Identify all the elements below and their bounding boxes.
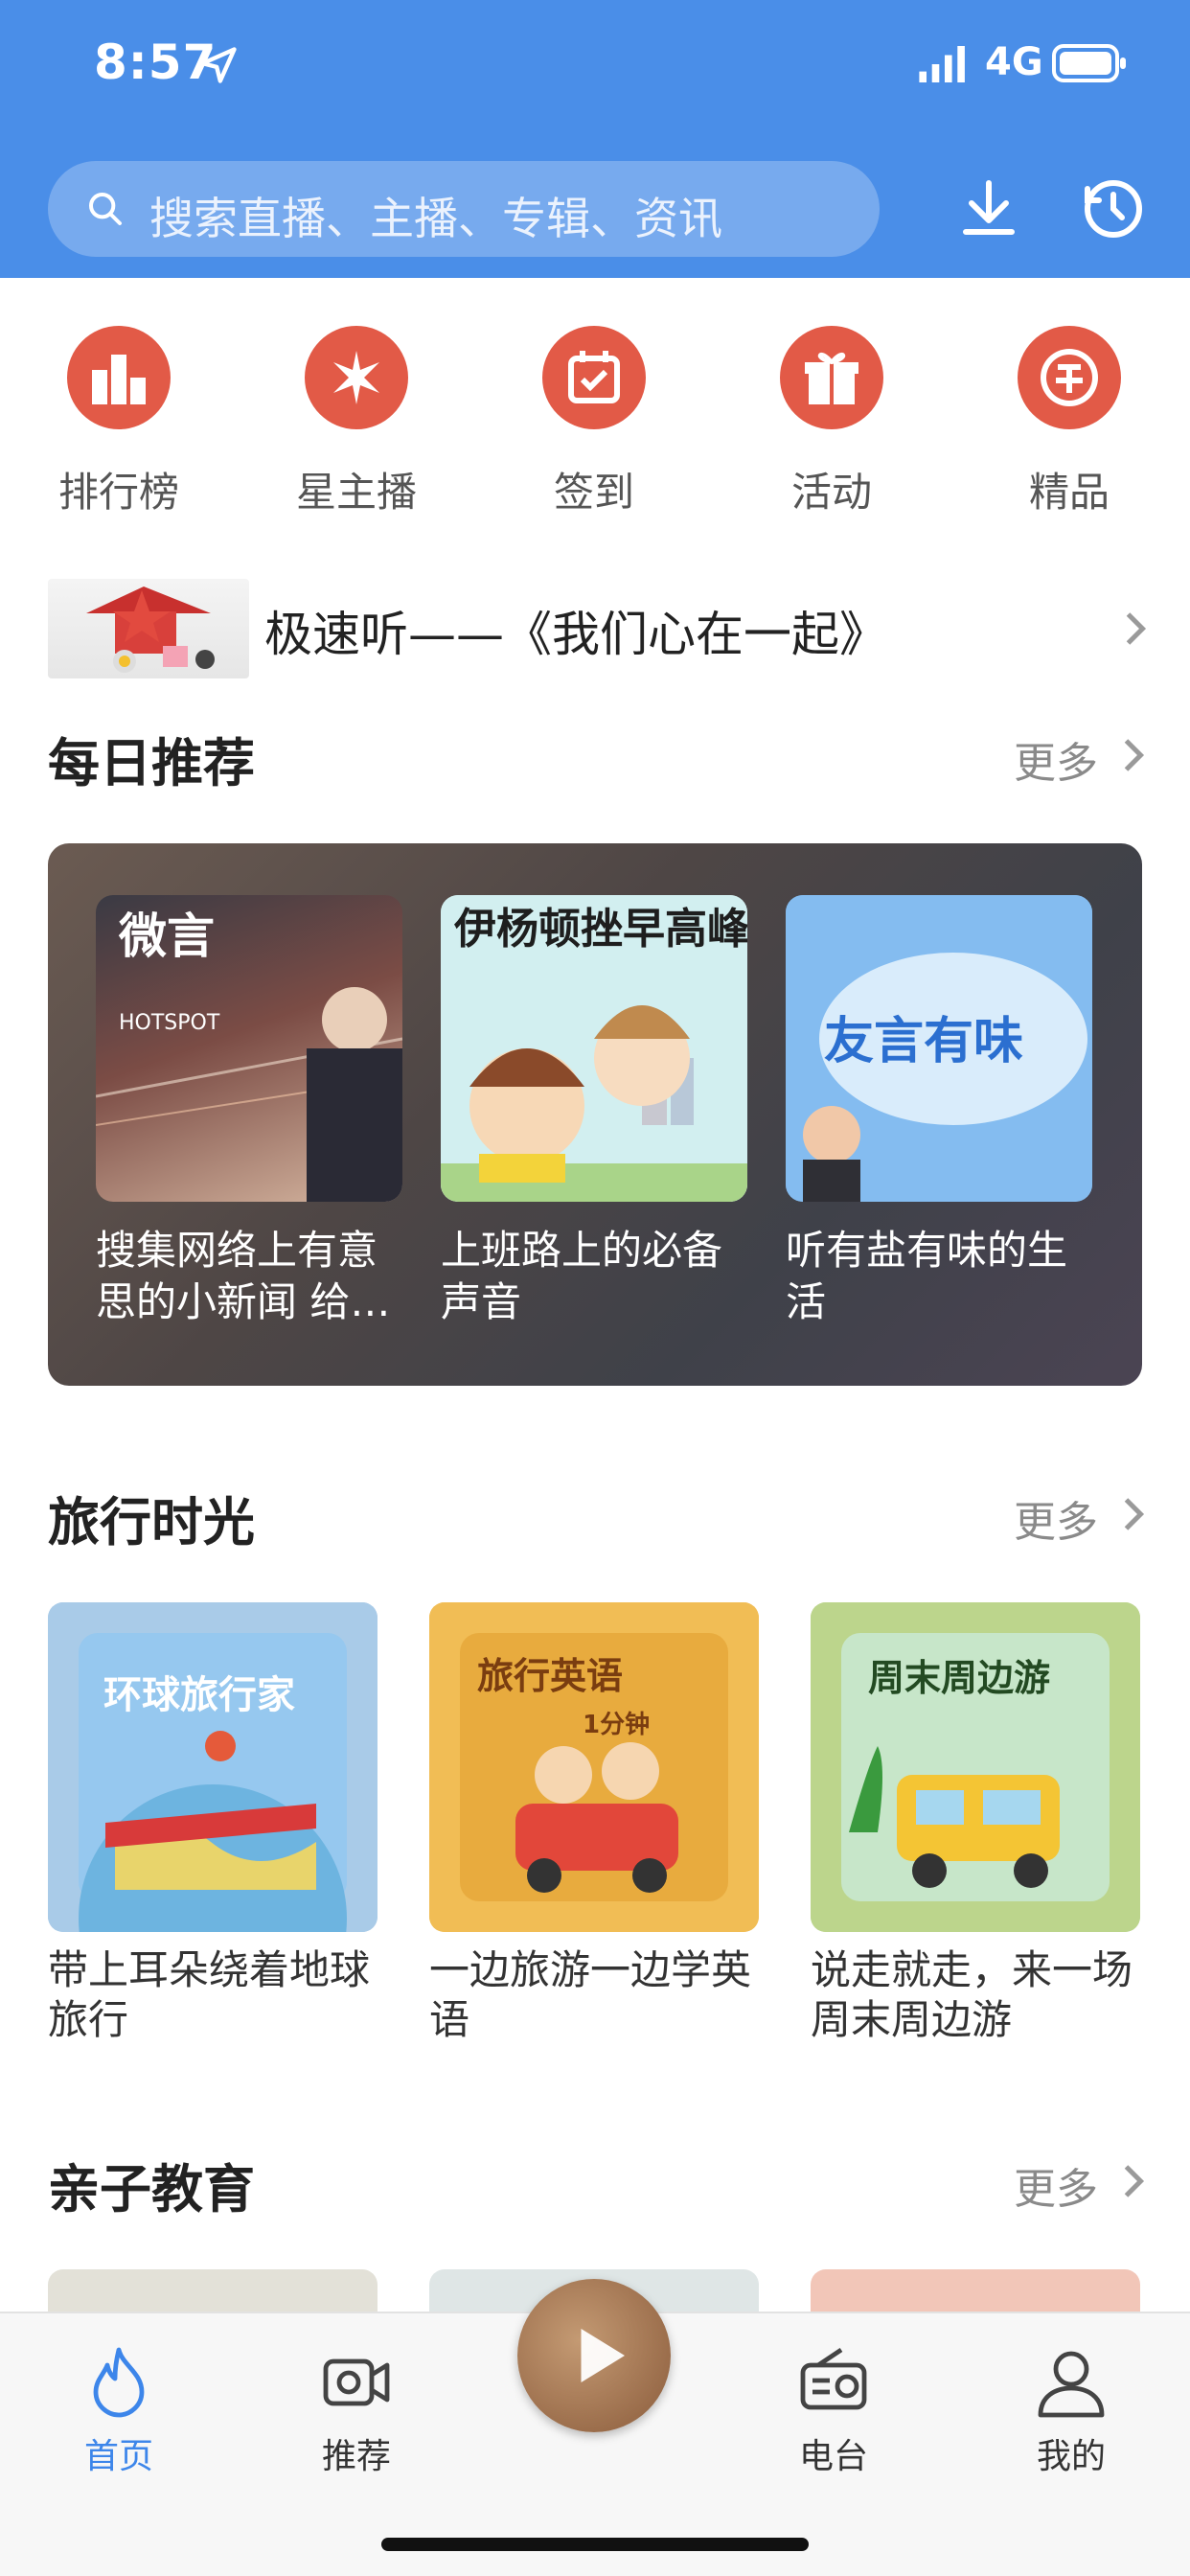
cover-subtitle: 1分钟 (583, 1710, 650, 1739)
daily-cover-1[interactable]: 微言 HOTSPOT (96, 895, 402, 1202)
promo-banner[interactable]: 极速听——《我们心在一起》 (48, 575, 1150, 680)
signal-icon (919, 46, 965, 82)
travel-cover-3[interactable]: 周末周边游 (811, 1602, 1140, 1932)
quick-link-label: 签到 (553, 469, 634, 516)
search-input[interactable]: 搜索直播、主播、专辑、资讯 (48, 161, 880, 257)
tab-recommend[interactable]: 推荐 (261, 2334, 452, 2478)
quick-link-label: 活动 (790, 469, 872, 516)
header: 8:57 4G 搜索直播、主播、专辑、资讯 (0, 0, 1190, 278)
chevron-right-icon (1124, 1498, 1145, 1530)
cover-title: 环球旅行家 (103, 1673, 295, 1717)
chevron-right-icon (1124, 739, 1145, 771)
star-burst-icon (305, 326, 408, 429)
daily-caption-1: 搜集网络上有意思的小新闻 给… (96, 1227, 391, 1325)
cover-title: 旅行英语 (477, 1655, 623, 1697)
daily-recommend-card: 微言 HOTSPOT 伊杨顿挫早高峰 友言有味 搜集网络上有意思的小新闻 给… … (48, 843, 1142, 1386)
radio-icon (800, 2348, 867, 2410)
travel-caption-1: 带上耳朵绕着地球旅行 (48, 1946, 371, 2043)
daily-cover-3[interactable]: 友言有味 (786, 895, 1092, 1202)
travel-caption-2: 一边旅游一边学英语 (429, 1946, 752, 2043)
tab-me[interactable]: 我的 (975, 2334, 1167, 2478)
tab-label: 首页 (83, 2437, 153, 2476)
banner-text: 极速听——《我们心在一起》 (264, 607, 887, 662)
quick-link-activity[interactable]: 活动 (736, 316, 927, 527)
quick-link-label: 星主播 (295, 469, 417, 516)
home-indicator (381, 2538, 809, 2551)
quick-link-ranking[interactable]: 排行榜 (23, 316, 215, 527)
cover-title: 伊杨顿挫早高峰 (453, 905, 747, 954)
travel-cover-1[interactable]: 环球旅行家 (48, 1602, 378, 1932)
chevron-right-icon (1124, 2165, 1145, 2197)
travel-cover-2[interactable]: 旅行英语 1分钟 (429, 1602, 759, 1932)
parenting-more-link[interactable]: 更多 (1014, 2154, 1098, 2216)
more-label: 更多 (1014, 2165, 1098, 2214)
quick-link-label: 精品 (1028, 469, 1110, 516)
tab-radio[interactable]: 电台 (738, 2334, 929, 2478)
daily-cover-2[interactable]: 伊杨顿挫早高峰 (441, 895, 747, 1202)
history-clock-icon[interactable] (1079, 174, 1148, 243)
travel-more-link[interactable]: 更多 (1014, 1487, 1098, 1549)
chevron-right-icon (1126, 612, 1147, 645)
premium-badge-icon (1018, 326, 1121, 429)
cover-subtitle: HOTSPOT (119, 1011, 220, 1035)
daily-caption-2: 上班路上的必备声音 (441, 1227, 723, 1325)
daily-more-link[interactable]: 更多 (1014, 728, 1098, 790)
tab-label: 电台 (798, 2437, 868, 2476)
section-title-travel: 旅行时光 (48, 1492, 255, 1552)
ranking-podium-icon (67, 326, 171, 429)
status-bar: 8:57 4G (0, 0, 1190, 134)
download-icon[interactable] (954, 174, 1023, 243)
search-placeholder: 搜索直播、主播、专辑、资讯 (149, 193, 722, 244)
cover-title: 微言 (118, 908, 215, 964)
travel-caption-3: 说走就走，来一场周末周边游 (811, 1946, 1133, 2043)
video-camera-icon (323, 2358, 390, 2406)
play-icon (581, 2329, 625, 2382)
more-label: 更多 (1014, 739, 1098, 788)
network-type: 4G (985, 40, 1043, 84)
quick-link-premium[interactable]: 精品 (973, 316, 1165, 527)
battery-icon (1052, 44, 1126, 82)
app-screen: 8:57 4G 搜索直播、主播、专辑、资讯 排行榜 星主播 签到 活动 精品 极… (0, 0, 1190, 2576)
play-button[interactable] (517, 2279, 671, 2432)
tab-label: 推荐 (321, 2437, 391, 2476)
location-arrow-icon (200, 47, 237, 83)
banner-thumbnail (48, 579, 249, 678)
daily-caption-3: 听有盐有味的生活 (786, 1227, 1068, 1325)
more-label: 更多 (1014, 1498, 1098, 1547)
gift-box-icon (780, 326, 883, 429)
quick-link-checkin[interactable]: 签到 (498, 316, 690, 527)
quick-link-label: 排行榜 (57, 469, 179, 516)
tab-home[interactable]: 首页 (23, 2334, 215, 2478)
section-title-daily: 每日推荐 (48, 733, 255, 794)
quick-link-star-host[interactable]: 星主播 (261, 316, 452, 527)
cover-title: 友言有味 (824, 1013, 1023, 1070)
person-icon (1038, 2351, 1105, 2418)
cover-title: 周末周边游 (868, 1657, 1050, 1699)
flame-icon (93, 2347, 145, 2418)
section-title-parenting: 亲子教育 (48, 2159, 255, 2220)
calendar-check-icon (542, 326, 646, 429)
tab-label: 我的 (1036, 2437, 1106, 2476)
search-icon (89, 193, 122, 225)
